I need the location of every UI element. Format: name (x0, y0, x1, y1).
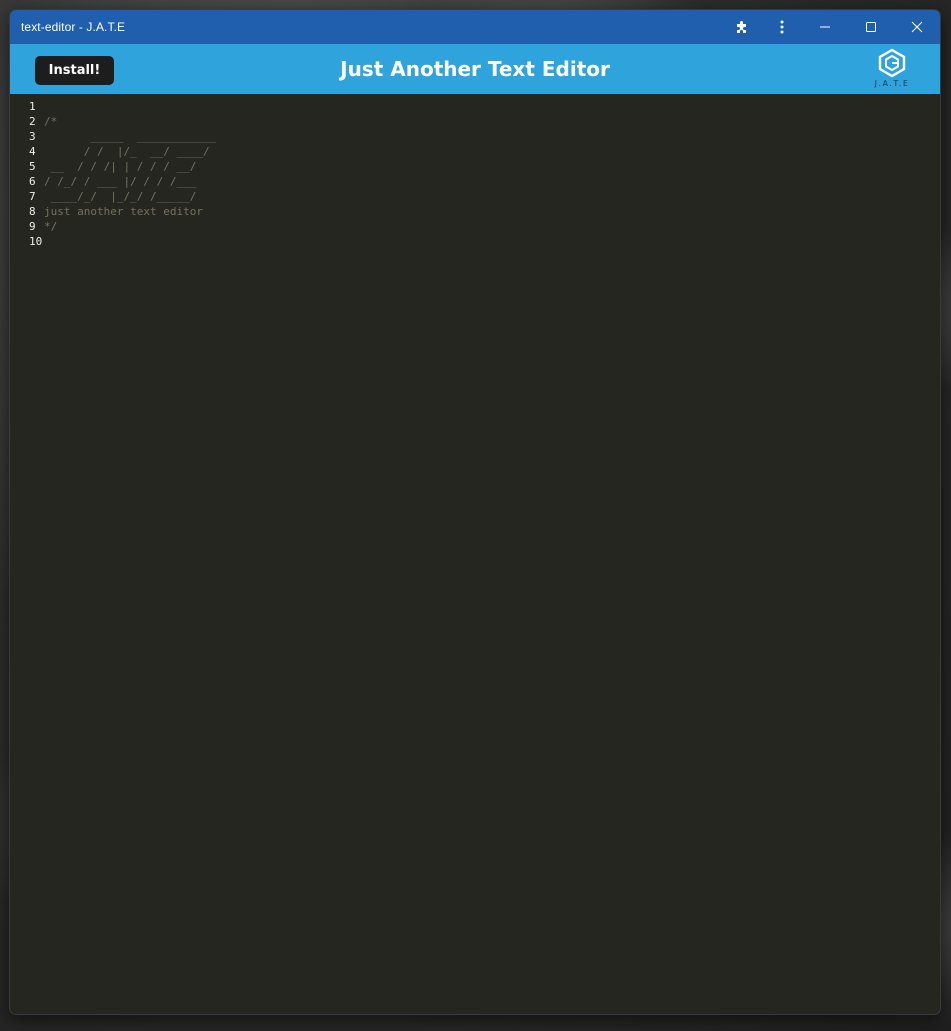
editor-line[interactable]: 5 __ / / /| | / / / __/ (10, 159, 940, 174)
minimize-icon (820, 26, 830, 28)
editor-line[interactable]: 9 */ (10, 219, 940, 234)
page-title: Just Another Text Editor (340, 57, 610, 81)
editor-line[interactable]: 7 ____/_/ |_/_/ /_____/ (10, 189, 940, 204)
line-number: 8 (29, 205, 36, 218)
editor-line[interactable]: 6 / /_/ / ___ |/ / / /___ (10, 174, 940, 189)
line-number: 9 (29, 220, 36, 233)
line-number: 2 (29, 115, 36, 128)
editor-line[interactable]: 2 /* (10, 114, 940, 129)
line-number: 5 (29, 160, 36, 173)
more-options-button[interactable] (762, 10, 802, 44)
editor-line[interactable]: 3 _____ ____________ (10, 129, 940, 144)
line-number: 6 (29, 175, 36, 188)
line-content[interactable]: _____ ____________ (40, 129, 216, 144)
close-button[interactable] (894, 10, 940, 44)
app-window: text-editor - J.A.T.E Install! Just Anot… (9, 9, 941, 1015)
line-content[interactable]: / / |/_ __/ ____/ (40, 144, 210, 159)
line-content[interactable]: /* (40, 114, 57, 129)
line-content[interactable] (40, 99, 44, 114)
more-vertical-icon (780, 20, 784, 34)
line-content[interactable]: / /_/ / ___ |/ / / /___ (40, 174, 196, 189)
puzzle-extension-icon (737, 21, 746, 33)
jate-logo: J.A.T.E (870, 48, 914, 92)
extensions-button[interactable] (722, 10, 762, 44)
code-editor[interactable]: 1 2/* 3 _____ ____________ 4 / / |/_ __/ __… (10, 94, 940, 1014)
editor-line[interactable]: 4 / / |/_ __/ ____/ (10, 144, 940, 159)
window-titlebar[interactable]: text-editor - J.A.T.E (10, 10, 940, 44)
line-content[interactable]: just another text editor (40, 204, 203, 219)
line-content[interactable]: */ (40, 219, 57, 234)
close-icon (911, 21, 923, 33)
line-number: 1 (29, 100, 36, 113)
maximize-button[interactable] (848, 10, 894, 44)
jate-logo-icon (878, 48, 906, 78)
line-number: 4 (29, 145, 36, 158)
line-content[interactable]: ____/_/ |_/_/ /_____/ (40, 189, 197, 204)
line-content[interactable]: __ / / /| | / / / __/ (40, 159, 197, 174)
line-number: 3 (29, 130, 36, 143)
minimize-button[interactable] (802, 10, 848, 44)
editor-line[interactable]: 1 (10, 99, 940, 114)
line-content[interactable] (40, 234, 44, 249)
editor-line[interactable]: 8 just another text editor (10, 204, 940, 219)
app-header: Install! Just Another Text Editor J.A.T.… (10, 44, 940, 94)
titlebar-controls (722, 10, 940, 44)
line-number: 10 (29, 235, 43, 248)
editor-line[interactable]: 10 (10, 234, 940, 249)
install-button[interactable]: Install! (35, 56, 114, 85)
logo-text: J.A.T.E (874, 79, 910, 88)
window-title: text-editor - J.A.T.E (21, 20, 126, 34)
maximize-icon (866, 22, 876, 32)
line-number: 7 (29, 190, 36, 203)
